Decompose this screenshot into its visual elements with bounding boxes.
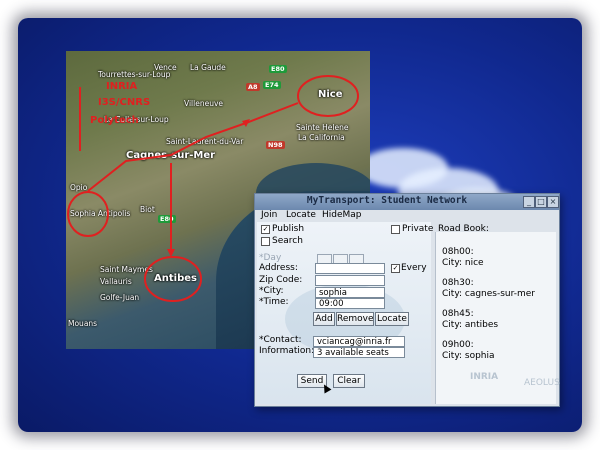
maximize-button[interactable]: □ xyxy=(535,196,547,208)
road-book-time-3: 08h45: xyxy=(442,309,474,319)
add-button[interactable]: Add xyxy=(313,312,335,326)
aeolus-logo: AEOLUS xyxy=(524,378,560,388)
antibes-marker xyxy=(144,256,202,302)
city-label: *City: xyxy=(259,286,284,296)
menu-join[interactable]: Join xyxy=(261,210,277,220)
private-checkbox[interactable] xyxy=(391,225,400,234)
clear-button[interactable]: Clear xyxy=(333,374,365,388)
close-button[interactable]: × xyxy=(547,196,559,208)
city-input[interactable]: sophia xyxy=(315,287,385,298)
route-arrow xyxy=(167,249,175,257)
route-line xyxy=(87,102,299,192)
road-book-city-2: City: cagnes-sur-mer xyxy=(442,289,536,299)
menu-locate[interactable]: Locate xyxy=(286,210,316,220)
road-book-title: Road Book: xyxy=(438,224,489,234)
menu-bar: Join Locate HideMap xyxy=(255,210,435,222)
time-input[interactable]: 09:00 xyxy=(315,298,385,309)
title-bar[interactable]: MyTransport: Student Network _ □ × xyxy=(255,194,559,210)
minimize-button[interactable]: _ xyxy=(523,196,535,208)
publish-label: Publish xyxy=(272,224,305,234)
sophia-marker xyxy=(67,191,109,237)
locate-button[interactable]: Locate xyxy=(375,312,409,326)
app-window: MyTransport: Student Network _ □ × Join … xyxy=(254,193,560,407)
contact-input[interactable]: vciancag@inria.fr xyxy=(313,336,405,347)
nice-marker xyxy=(297,75,359,117)
form-panel: ✓ Publish Search Private *Day Address: ✓… xyxy=(257,222,434,404)
road-book-city-1: City: nice xyxy=(442,258,484,268)
zip-label: Zip Code: xyxy=(259,275,303,285)
address-input[interactable] xyxy=(315,263,385,274)
road-book-panel: Road Book: 08h00: City: nice 08h30: City… xyxy=(435,224,560,404)
every-checkbox[interactable]: ✓ xyxy=(391,264,400,273)
road-book-time-1: 08h00: xyxy=(442,247,474,257)
window-title: MyTransport: Student Network xyxy=(306,195,468,206)
road-book-city-4: City: sophia xyxy=(442,351,495,361)
road-book-time-2: 08h30: xyxy=(442,278,474,288)
inria-logo: INRIA xyxy=(470,372,499,382)
information-label: Information: xyxy=(259,346,315,356)
time-label: *Time: xyxy=(259,297,289,307)
information-input[interactable]: 3 available seats xyxy=(313,347,405,358)
menu-hidemap[interactable]: HideMap xyxy=(322,210,362,220)
road-book-time-4: 09h00: xyxy=(442,340,474,350)
publish-checkbox[interactable]: ✓ xyxy=(261,225,270,234)
address-label: Address: xyxy=(259,263,298,273)
search-checkbox[interactable] xyxy=(261,237,270,246)
search-label: Search xyxy=(272,236,303,246)
zip-input[interactable] xyxy=(315,275,385,286)
remove-button[interactable]: Remove xyxy=(336,312,374,326)
contact-label: *Contact: xyxy=(259,335,302,345)
road-book-city-3: City: antibes xyxy=(442,320,499,330)
private-label: Private xyxy=(402,224,434,234)
every-label: Every xyxy=(401,263,427,273)
day-label: *Day xyxy=(259,253,282,263)
screenshot-frame: Vence La Gaude Tourrettes-sur-Loup La Co… xyxy=(0,0,600,450)
